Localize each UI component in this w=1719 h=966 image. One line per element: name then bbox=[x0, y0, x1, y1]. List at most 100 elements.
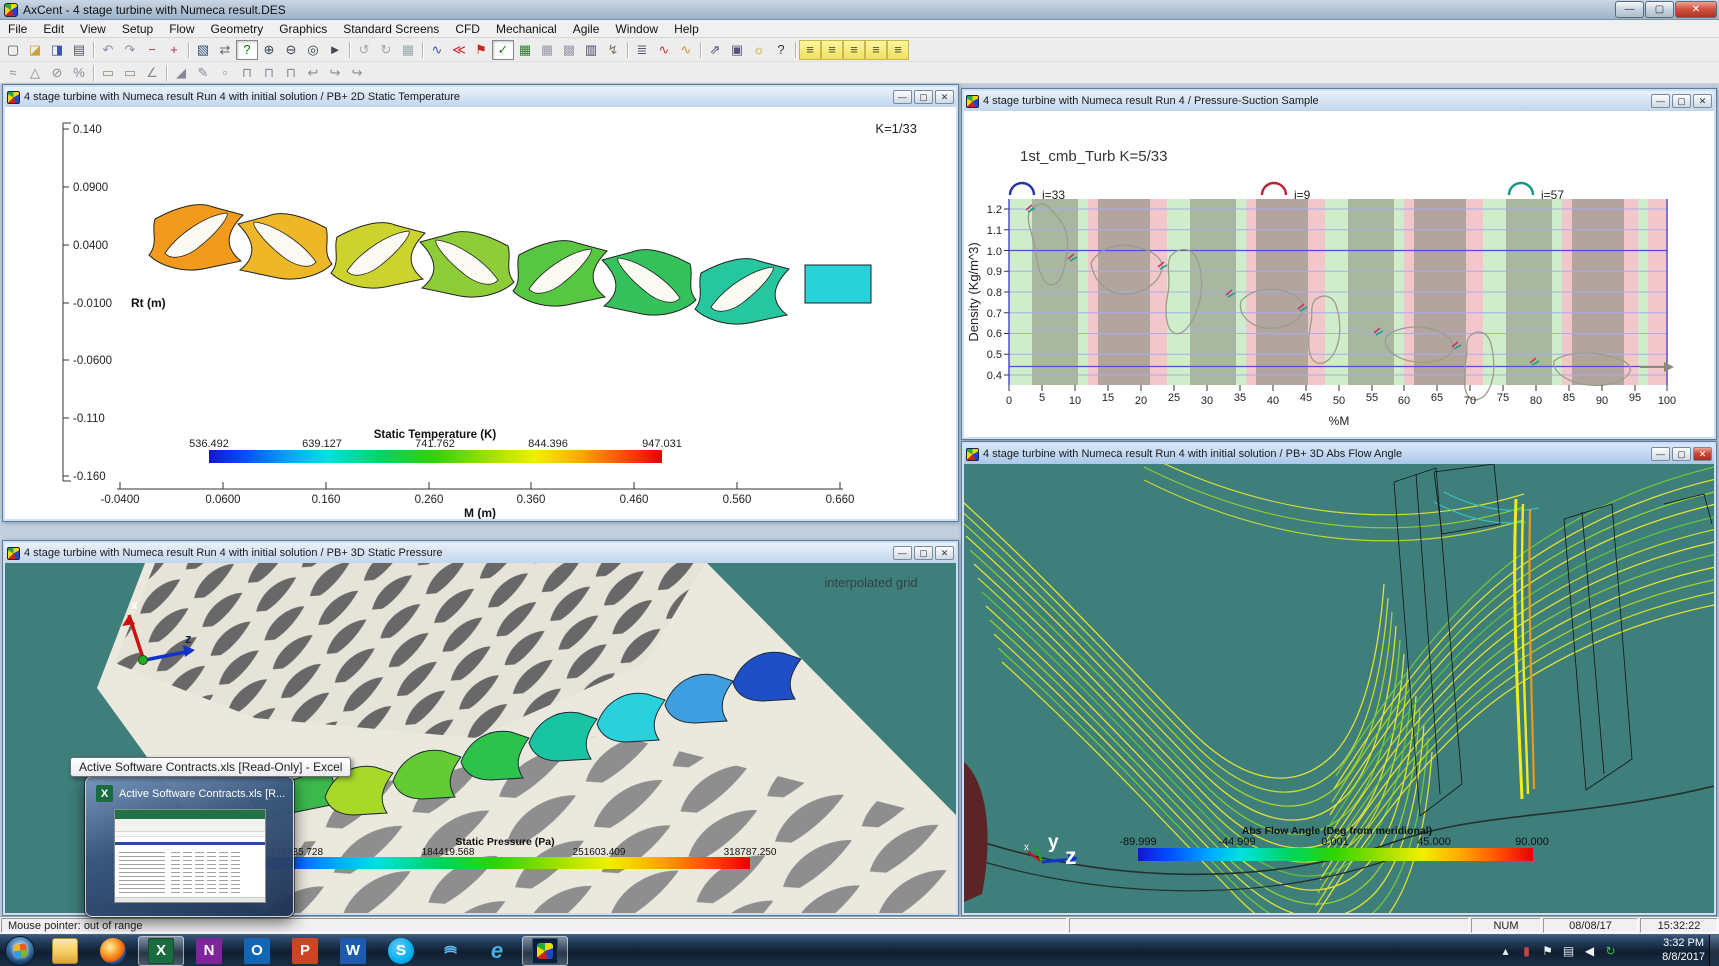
child-titlebar[interactable]: 4 stage turbine with Numeca result Run 4… bbox=[5, 87, 956, 107]
toolbar-icon-page-curl-3[interactable]: ↪ bbox=[346, 63, 368, 83]
window-pressure-suction-sample[interactable]: 4 stage turbine with Numeca result Run 4… bbox=[961, 88, 1717, 440]
close-icon[interactable]: ✕ bbox=[1693, 94, 1712, 108]
toolbar-icon-pan[interactable]: ⇄ bbox=[214, 40, 236, 60]
taskbar-icon-powerpoint[interactable]: P bbox=[282, 936, 328, 966]
toolbar-icon-save-file[interactable]: ◨ bbox=[46, 40, 68, 60]
toolbar-icon-copy-report[interactable]: ▣ bbox=[726, 40, 748, 60]
toolbar-icon-query-help[interactable]: ? bbox=[236, 40, 258, 60]
taskbar-clock[interactable]: 3:32 PM 8/8/2017 bbox=[1662, 936, 1705, 966]
toolbar-icon-flow-angles[interactable]: ≪ bbox=[448, 40, 470, 60]
toolbar-icon-print[interactable]: ▤ bbox=[68, 40, 90, 60]
restore-button[interactable]: ▢ bbox=[914, 546, 933, 560]
toolbar-icon-notebook-report[interactable]: ▭ bbox=[97, 63, 119, 83]
toolbar-icon-parameter-list-3[interactable]: ≡ bbox=[843, 40, 865, 60]
toolbar-icon-balance-calc[interactable]: % bbox=[68, 63, 90, 83]
toolbar-icon-angle-plot[interactable]: ∠ bbox=[141, 63, 163, 83]
menu-item-CFD[interactable]: CFD bbox=[447, 21, 488, 37]
toolbar-icon-prism-view[interactable]: △ bbox=[24, 63, 46, 83]
taskbar-icon-onenote[interactable]: N bbox=[186, 936, 232, 966]
menu-item-Geometry[interactable]: Geometry bbox=[203, 21, 272, 37]
toolbar-icon-data-table[interactable]: ▥ bbox=[580, 40, 602, 60]
toolbar-icon-page-curl-2[interactable]: ↪ bbox=[324, 63, 346, 83]
tray-[interactable]: ▤ bbox=[1560, 944, 1577, 958]
menu-item-Setup[interactable]: Setup bbox=[114, 21, 161, 37]
start-button[interactable] bbox=[5, 936, 35, 966]
toolbar-icon-blade-yellow[interactable]: ∿ bbox=[675, 40, 697, 60]
toolbar-icon-blade-red[interactable]: ∿ bbox=[653, 40, 675, 60]
toolbar-icon-rotate-ccw[interactable]: ↺ bbox=[353, 40, 375, 60]
taskbar-icon-firefox[interactable] bbox=[90, 936, 136, 966]
taskbar-icon-outlook[interactable]: O bbox=[234, 936, 280, 966]
toolbar-icon-blade-design[interactable]: ∿ bbox=[426, 40, 448, 60]
menu-item-Agile[interactable]: Agile bbox=[565, 21, 608, 37]
toolbar-icon-zoom-center[interactable]: ◎ bbox=[302, 40, 324, 60]
toolbar-icon-separator[interactable] bbox=[90, 40, 97, 60]
toolbar-icon-lock-c[interactable]: ⊓ bbox=[280, 63, 302, 83]
toolbar-icon-lock-b[interactable]: ⊓ bbox=[258, 63, 280, 83]
minimize-button[interactable]: — bbox=[1651, 94, 1670, 108]
restore-button[interactable]: ▢ bbox=[1672, 447, 1691, 461]
minimize-button[interactable]: — bbox=[893, 546, 912, 560]
toolbar-icon-lock-a[interactable]: ⊓ bbox=[236, 63, 258, 83]
restore-button[interactable]: ▢ bbox=[1672, 94, 1691, 108]
menu-item-File[interactable]: File bbox=[0, 21, 35, 37]
toolbar-icon-separator[interactable] bbox=[90, 63, 97, 83]
excel-taskbar-preview[interactable]: X Active Software Contracts.xls [R... bbox=[85, 776, 294, 917]
menu-item-Standard Screens[interactable]: Standard Screens bbox=[335, 21, 447, 37]
show-desktop-button[interactable] bbox=[1709, 935, 1719, 966]
close-icon[interactable]: ✕ bbox=[935, 90, 954, 104]
toolbar-icon-context-help[interactable]: ? bbox=[770, 40, 792, 60]
toolbar-icon-flag-levels[interactable]: ⚑ bbox=[470, 40, 492, 60]
toolbar-icon-parameter-list-4[interactable]: ≡ bbox=[865, 40, 887, 60]
toolbar-icon-plot-skew[interactable]: ◢ bbox=[170, 63, 192, 83]
toolbar-icon-zoom-out[interactable]: ⊖ bbox=[280, 40, 302, 60]
toolbar-icon-probe[interactable]: ↯ bbox=[602, 40, 624, 60]
restore-button[interactable]: ▢ bbox=[914, 90, 933, 104]
toolbar-icon-mesh-green[interactable]: ▦ bbox=[514, 40, 536, 60]
close-button[interactable]: ✕ bbox=[1675, 1, 1717, 18]
toolbar-icon-pointer-select[interactable]: ► bbox=[324, 40, 346, 60]
minimize-button[interactable]: — bbox=[893, 90, 912, 104]
taskbar-icon-axcent[interactable] bbox=[522, 936, 568, 966]
maximize-button[interactable]: ▢ bbox=[1645, 1, 1674, 18]
toolbar-icon-rotate-cw[interactable]: ↻ bbox=[375, 40, 397, 60]
toolbar-icon-report-grid[interactable]: ▦ bbox=[397, 40, 419, 60]
child-titlebar[interactable]: 4 stage turbine with Numeca result Run 4… bbox=[964, 91, 1714, 111]
toolbar-icon-separator[interactable] bbox=[163, 63, 170, 83]
child-titlebar[interactable]: 4 stage turbine with Numeca result Run 4… bbox=[964, 444, 1714, 464]
child-titlebar[interactable]: 4 stage turbine with Numeca result Run 4… bbox=[5, 543, 956, 563]
toolbar-icon-separator[interactable] bbox=[419, 40, 426, 60]
menu-item-View[interactable]: View bbox=[72, 21, 114, 37]
toolbar-icon-open-file[interactable]: ◪ bbox=[24, 40, 46, 60]
toolbar-icon-separator[interactable] bbox=[346, 40, 353, 60]
toolbar-icon-redo[interactable]: ↷ bbox=[119, 40, 141, 60]
taskbar-icon-word[interactable]: W bbox=[330, 936, 376, 966]
tray-[interactable]: ▮ bbox=[1518, 944, 1535, 958]
toolbar-icon-parameter-list-5[interactable]: ≡ bbox=[887, 40, 909, 60]
menu-item-Help[interactable]: Help bbox=[666, 21, 707, 37]
toolbar-icon-check-results[interactable]: ✓ bbox=[492, 40, 514, 60]
close-icon[interactable]: ✕ bbox=[935, 546, 954, 560]
tray-[interactable]: ↻ bbox=[1602, 944, 1619, 958]
menu-item-Mechanical[interactable]: Mechanical bbox=[488, 21, 565, 37]
excel-window-thumbnail[interactable] bbox=[114, 809, 266, 903]
toolbar-icon-separator[interactable] bbox=[792, 40, 799, 60]
toolbar-icon-parameter-list-1[interactable]: ≡ bbox=[799, 40, 821, 60]
window-2d-static-temperature[interactable]: 4 stage turbine with Numeca result Run 4… bbox=[2, 84, 959, 522]
menu-item-Window[interactable]: Window bbox=[607, 21, 666, 37]
taskbar-icon-explorer[interactable] bbox=[42, 936, 88, 966]
toolbar-icon-tip-bulb[interactable]: ☼ bbox=[748, 40, 770, 60]
toolbar-icon-zoom-in[interactable]: ⊕ bbox=[258, 40, 280, 60]
taskbar-icon-network[interactable]: ))) bbox=[426, 936, 472, 966]
toolbar-icon-separator[interactable] bbox=[624, 40, 631, 60]
menu-item-Flow[interactable]: Flow bbox=[161, 21, 202, 37]
menu-item-Edit[interactable]: Edit bbox=[35, 21, 72, 37]
taskbar-icon-ie[interactable]: e bbox=[474, 936, 520, 966]
toolbar-icon-parameter-list-2[interactable]: ≡ bbox=[821, 40, 843, 60]
toolbar-icon-disable-item[interactable]: ⊘ bbox=[46, 63, 68, 83]
toolbar-icon-chart-up[interactable]: ⇗ bbox=[704, 40, 726, 60]
tray-[interactable]: ◀ bbox=[1581, 944, 1598, 958]
toolbar-icon-zoom-decrement[interactable]: − bbox=[141, 40, 163, 60]
toolbar-icon-tree-list[interactable]: ≣ bbox=[631, 40, 653, 60]
taskbar-icon-excel[interactable]: X bbox=[138, 936, 184, 966]
